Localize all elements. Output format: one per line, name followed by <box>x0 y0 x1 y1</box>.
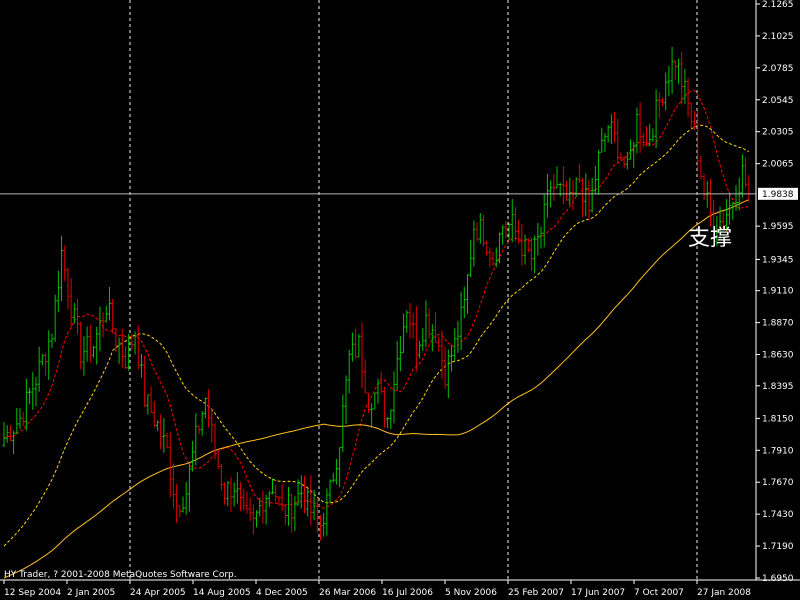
y-tick-label: 2.0065 <box>762 160 794 170</box>
x-axis-ticks: 12 Sep 2004 2 Jan 2005 24 Apr 2005 14 Aug 2… <box>3 580 751 598</box>
x-tick-label: 4 Dec 2005 <box>256 588 308 598</box>
current-price-label: 1.9838 <box>762 190 794 200</box>
x-tick-label: 14 Aug 2005 <box>193 588 251 598</box>
y-tick-label: 2.1025 <box>762 32 794 42</box>
x-tick-label: 7 Oct 2007 <box>634 588 684 598</box>
plot-area <box>0 0 756 580</box>
x-tick-label: 25 Feb 2007 <box>508 588 564 598</box>
y-tick-label: 1.7430 <box>762 510 794 520</box>
y-axis-ticks: 2.1265 2.1025 2.0785 2.0545 2.0305 2.0065 1.95… <box>756 0 794 584</box>
chart-window: 2.1265 2.1025 2.0785 2.0545 2.0305 2.0065 1.95… <box>0 0 800 600</box>
y-tick-label: 1.8630 <box>762 351 794 361</box>
x-tick-label: 27 Jan 2008 <box>697 588 751 598</box>
current-price-tag: 1.9838 <box>758 187 798 200</box>
x-tick-label: 26 Mar 2006 <box>319 588 376 598</box>
x-tick-label: 2 Jan 2005 <box>67 588 115 598</box>
x-tick-label: 17 Jun 2007 <box>571 588 625 598</box>
x-tick-label: 5 Nov 2006 <box>445 588 497 598</box>
y-tick-label: 1.6950 <box>762 574 794 584</box>
y-tick-label: 2.1265 <box>762 0 794 10</box>
y-tick-label: 1.9595 <box>762 222 794 232</box>
support-annotation: 支撑 <box>688 226 732 251</box>
y-tick-label: 1.9110 <box>762 287 794 297</box>
y-tick-label: 1.8395 <box>762 382 794 392</box>
y-tick-label: 1.7910 <box>762 446 794 456</box>
price-chart: 2.1265 2.1025 2.0785 2.0545 2.0305 2.0065 1.95… <box>0 0 800 598</box>
x-tick-label: 16 Jul 2006 <box>382 588 433 598</box>
y-tick-label: 2.0305 <box>762 128 794 138</box>
x-tick-label: 24 Apr 2005 <box>130 588 186 598</box>
copyright-footer: HY Trader, ? 2001-2008 MetaQuotes Softwa… <box>4 570 237 580</box>
y-tick-label: 1.7670 <box>762 478 794 488</box>
y-tick-label: 2.0785 <box>762 64 794 74</box>
y-tick-label: 1.9345 <box>762 255 794 265</box>
y-tick-label: 1.7190 <box>762 542 794 552</box>
y-tick-label: 2.0545 <box>762 96 794 106</box>
x-tick-label: 12 Sep 2004 <box>4 588 61 598</box>
y-tick-label: 1.8870 <box>762 319 794 329</box>
y-tick-label: 1.8150 <box>762 414 794 424</box>
